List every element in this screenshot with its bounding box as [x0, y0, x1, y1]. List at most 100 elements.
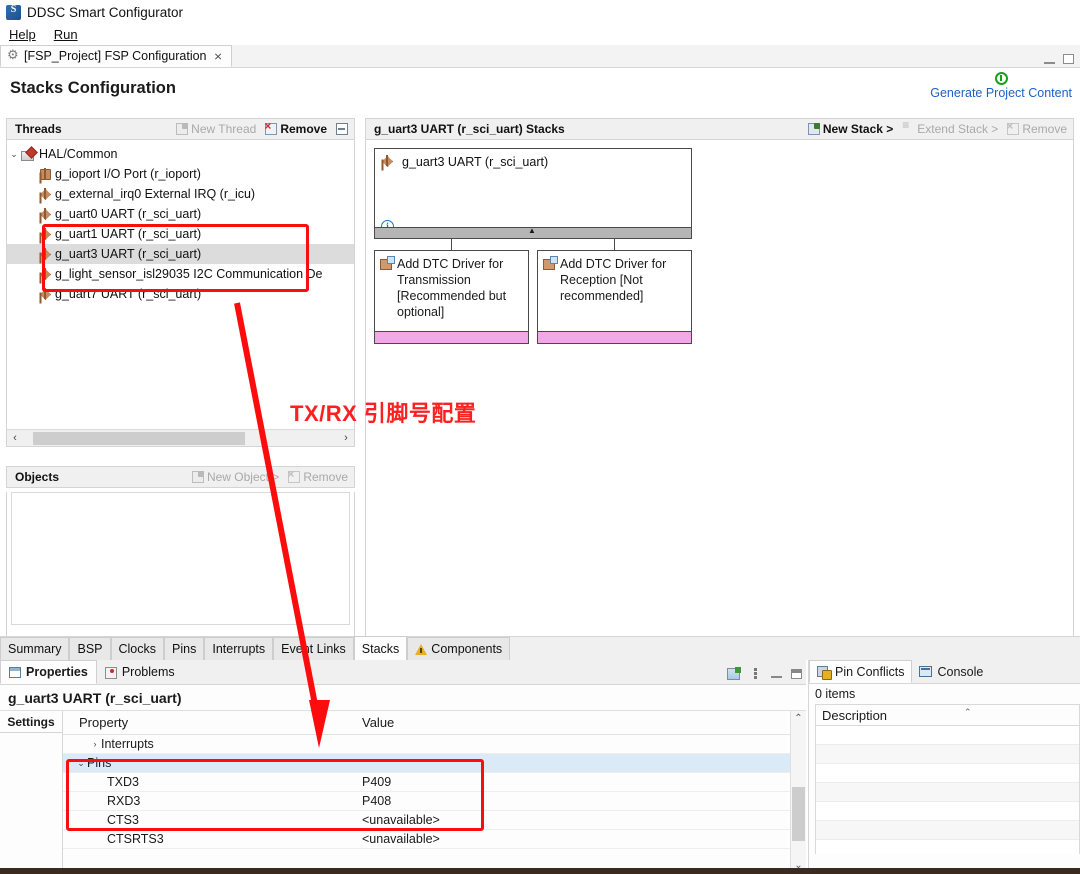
stack-child-footer	[538, 331, 691, 343]
remove-object-label: Remove	[303, 470, 348, 484]
new-stack-button[interactable]: New Stack >	[807, 122, 893, 136]
stack-child-content: Add DTC Driver for Reception [Not recomm…	[538, 251, 691, 331]
value-cell[interactable]: P409	[356, 775, 391, 789]
column-header-property: Property	[79, 715, 129, 730]
remove-thread-button[interactable]: Remove	[264, 119, 327, 136]
tree-item-g-uart3[interactable]: g_uart3 UART (r_sci_uart)	[7, 244, 354, 264]
chevron-right-icon[interactable]: ›	[89, 739, 101, 749]
value-cell[interactable]: <unavailable>	[356, 813, 440, 827]
editor-tab-label: [FSP_Project] FSP Configuration	[24, 49, 207, 63]
tree-item-g-uart1[interactable]: g_uart1 UART (r_sci_uart)	[7, 224, 354, 244]
value-cell[interactable]: <unavailable>	[356, 832, 440, 846]
value-cell[interactable]: P408	[356, 794, 391, 808]
property-label: Interrupts	[101, 737, 154, 751]
menu-item-run[interactable]: Run	[51, 26, 81, 43]
tree-item-g-ioport[interactable]: g_ioport I/O Port (r_ioport)	[7, 164, 354, 184]
table-row[interactable]: TXD3 P409	[63, 773, 806, 792]
tree-item-label: g_ioport I/O Port (r_ioport)	[55, 167, 201, 181]
threads-panel-header: Threads New Thread Remove	[6, 118, 355, 140]
chevron-down-icon[interactable]: ⌄	[7, 149, 21, 160]
properties-vertical-scrollbar[interactable]: ⌃ ⌄	[790, 711, 806, 874]
tab-components[interactable]: Components	[407, 637, 511, 660]
tab-pins[interactable]: Pins	[164, 637, 205, 660]
extend-stack-button[interactable]: Extend Stack >	[902, 118, 998, 136]
threads-panel-title: Threads	[15, 122, 62, 136]
close-icon[interactable]: ⨯	[214, 50, 223, 63]
remove-object-button[interactable]: Remove	[287, 467, 348, 484]
new-properties-view-icon[interactable]	[727, 667, 741, 680]
editor-tab-fsp-configuration[interactable]: [FSP_Project] FSP Configuration ⨯	[0, 45, 232, 67]
scroll-up-icon[interactable]: ⌃	[791, 711, 806, 727]
remove-stack-button[interactable]: Remove	[1006, 119, 1067, 136]
scrollbar-thumb[interactable]	[792, 787, 805, 841]
pin-conflicts-table: Description ⌃	[815, 704, 1080, 854]
stack-root-box[interactable]: g_uart3 UART (r_sci_uart) i	[374, 148, 692, 239]
stack-root-label: g_uart3 UART (r_sci_uart)	[402, 155, 549, 169]
menu-item-help[interactable]: Help	[6, 26, 39, 43]
tab-stacks[interactable]: Stacks	[353, 636, 408, 660]
tab-pin-conflicts[interactable]: Pin Conflicts	[809, 660, 913, 683]
generate-icon	[994, 72, 1008, 85]
pin-conflicts-count: 0 items	[815, 687, 856, 701]
tab-interrupts[interactable]: Interrupts	[204, 637, 274, 660]
stack-child-dtc-transmission[interactable]: Add DTC Driver for Transmission [Recomme…	[374, 250, 529, 344]
table-row	[816, 745, 1079, 764]
module-icon	[39, 208, 51, 220]
table-row	[816, 840, 1079, 854]
tree-item-g-light-sensor[interactable]: g_light_sensor_isl29035 I2C Communicatio…	[7, 264, 354, 284]
table-row[interactable]: CTS3 <unavailable>	[63, 811, 806, 830]
hal-icon	[21, 148, 35, 161]
remove-icon	[1006, 119, 1020, 135]
stack-root-title: g_uart3 UART (r_sci_uart)	[381, 155, 685, 169]
table-row	[816, 802, 1079, 821]
stack-connectors	[374, 239, 692, 250]
threads-horizontal-scrollbar[interactable]: ‹ ›	[7, 429, 354, 446]
extend-stack-icon	[902, 118, 914, 135]
stack-child-dtc-reception[interactable]: Add DTC Driver for Reception [Not recomm…	[537, 250, 692, 344]
table-row[interactable]: ⌄ Pins	[63, 754, 806, 773]
table-row[interactable]: › Interrupts	[63, 735, 806, 754]
properties-view-tabs: Properties Problems	[0, 660, 806, 685]
column-header-description[interactable]: Description ⌃	[816, 705, 1079, 726]
collapse-all-icon[interactable]	[336, 123, 348, 135]
objects-list[interactable]	[11, 492, 350, 625]
tree-item-hal-common[interactable]: ⌄ HAL/Common	[7, 144, 354, 164]
scrollbar-thumb[interactable]	[33, 431, 245, 445]
tree-item-g-uart0[interactable]: g_uart0 UART (r_sci_uart)	[7, 204, 354, 224]
tree-item-g-external-irq0[interactable]: g_external_irq0 External IRQ (r_icu)	[7, 184, 354, 204]
tab-event-links[interactable]: Event Links	[273, 637, 354, 660]
tab-summary[interactable]: Summary	[0, 637, 70, 660]
problems-icon	[104, 666, 117, 679]
tab-bsp[interactable]: BSP	[69, 637, 111, 660]
table-row[interactable]: RXD3 P408	[63, 792, 806, 811]
new-thread-button[interactable]: New Thread	[176, 122, 256, 136]
scrollbar-track[interactable]	[23, 431, 338, 445]
minimize-icon[interactable]	[771, 670, 782, 678]
app-title: DDSC Smart Configurator	[27, 4, 184, 20]
tab-properties[interactable]: Properties	[0, 660, 97, 684]
tab-label: Console	[937, 664, 984, 679]
dtc-driver-icon	[380, 256, 395, 270]
new-object-button[interactable]: New Object >	[191, 470, 279, 484]
tab-console[interactable]: Console	[912, 660, 990, 683]
scroll-right-icon[interactable]: ›	[338, 432, 354, 444]
page-header: Stacks Configuration Generate Project Co…	[0, 68, 1080, 110]
maximize-icon[interactable]	[791, 669, 802, 679]
tree-item-g-uart7[interactable]: g_uart7 UART (r_sci_uart)	[7, 284, 354, 304]
tab-label: Event Links	[281, 642, 346, 656]
generate-project-content-button[interactable]: Generate Project Content	[930, 72, 1072, 100]
warning-icon	[415, 643, 428, 655]
tab-problems[interactable]: Problems	[96, 660, 183, 684]
minimize-icon[interactable]	[1044, 55, 1055, 64]
side-tab-settings[interactable]: Settings	[0, 711, 62, 733]
view-menu-icon[interactable]	[749, 668, 762, 680]
stack-children: Add DTC Driver for Transmission [Recomme…	[374, 250, 692, 344]
table-row[interactable]: CTSRTS3 <unavailable>	[63, 830, 806, 849]
scroll-left-icon[interactable]: ‹	[7, 432, 23, 444]
gear-icon	[7, 47, 19, 63]
maximize-icon[interactable]	[1063, 54, 1074, 64]
chevron-down-icon[interactable]: ⌄	[75, 758, 87, 769]
new-thread-icon	[176, 123, 189, 135]
threads-panel: Threads New Thread Remove ⌄ HAL/Common	[6, 118, 355, 447]
tab-clocks[interactable]: Clocks	[110, 637, 165, 660]
